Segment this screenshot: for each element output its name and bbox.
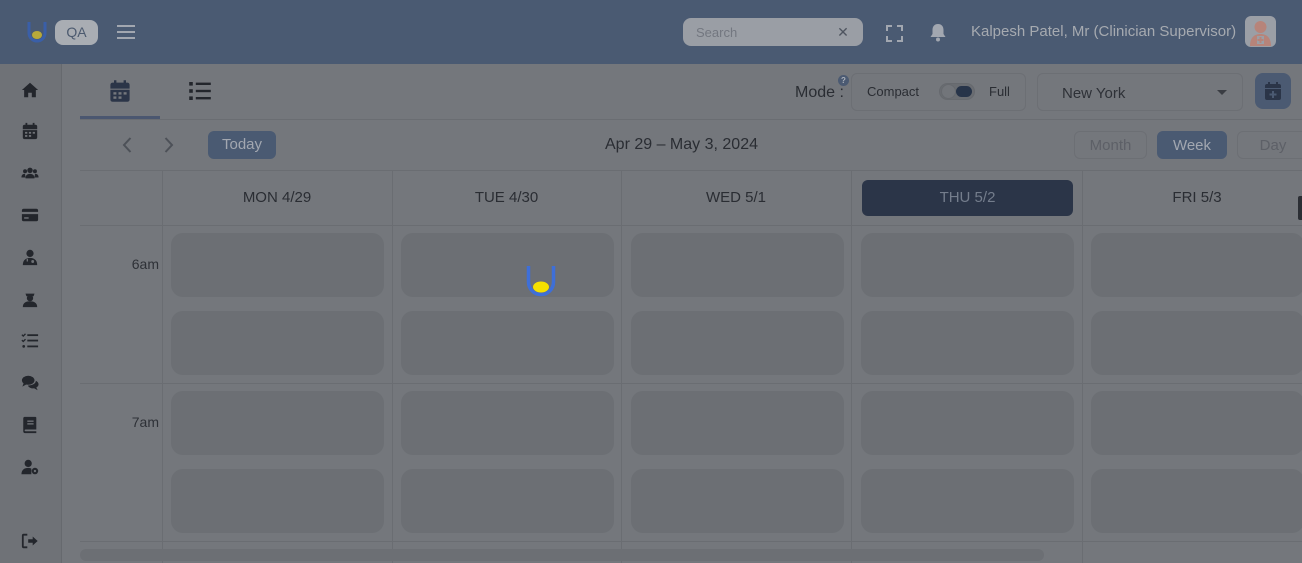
time-slot[interactable] <box>861 233 1074 297</box>
week-calendar-grid: MON 4/29 TUE 4/30 WED 5/1 THU 5/2 FRI 5/… <box>80 170 1302 563</box>
horizontal-scrollbar[interactable] <box>80 549 1044 561</box>
mode-help-icon[interactable]: ? <box>838 75 849 86</box>
book-icon[interactable] <box>20 415 40 435</box>
tab-calendar-view[interactable] <box>108 79 132 103</box>
chevron-right-icon <box>164 137 174 153</box>
time-slot[interactable] <box>631 391 844 455</box>
task-list-icon[interactable] <box>20 331 40 351</box>
time-slot[interactable] <box>171 233 384 297</box>
top-header: QA ✕ Kalpesh Patel, Mr (Clinician Superv… <box>0 0 1302 64</box>
grid-line <box>80 383 1302 384</box>
today-button[interactable]: Today <box>208 131 276 159</box>
active-tab-indicator <box>80 116 160 119</box>
calendar-plus-icon <box>1265 82 1281 100</box>
grid-line <box>80 541 1302 542</box>
date-range-title: Apr 29 – May 3, 2024 <box>605 136 758 153</box>
notification-bell-icon[interactable] <box>929 23 947 42</box>
time-slot[interactable] <box>631 233 844 297</box>
time-slot[interactable] <box>401 469 614 533</box>
day-header-tue[interactable]: TUE 4/30 <box>398 180 615 216</box>
fullscreen-icon[interactable] <box>886 25 903 42</box>
time-slot[interactable] <box>401 391 614 455</box>
logout-icon[interactable] <box>20 531 40 551</box>
tab-list-view[interactable] <box>188 79 212 103</box>
day-header-thu-today[interactable]: THU 5/2 <box>862 180 1073 216</box>
mode-full-label: Full <box>989 84 1010 99</box>
chat-icon[interactable] <box>20 373 40 393</box>
time-label-7am: 7am <box>131 414 159 430</box>
time-slot[interactable] <box>401 311 614 375</box>
users-icon[interactable] <box>20 163 40 183</box>
view-month-button[interactable]: Month <box>1074 131 1147 159</box>
time-slot[interactable] <box>631 469 844 533</box>
add-appointment-button[interactable] <box>1255 73 1291 109</box>
day-header-wed[interactable]: WED 5/1 <box>627 180 845 216</box>
time-slot[interactable] <box>631 311 844 375</box>
loading-spinner-icon <box>526 265 556 297</box>
sidebar <box>0 64 62 563</box>
time-label-6am: 6am <box>131 256 159 272</box>
grid-line <box>392 170 393 563</box>
grid-line <box>162 170 163 563</box>
chevron-down-icon <box>1217 90 1227 95</box>
environment-badge: QA <box>55 20 98 45</box>
time-slot[interactable] <box>1091 469 1302 533</box>
main-content: Mode : ? Compact Full New York Today Apr… <box>62 64 1302 563</box>
day-header-mon[interactable]: MON 4/29 <box>168 180 386 216</box>
staff-icon[interactable] <box>20 289 40 309</box>
view-week-button[interactable]: Week <box>1157 131 1227 159</box>
clinician-icon[interactable] <box>20 247 40 267</box>
mode-label: Mode : <box>795 84 844 101</box>
app-logo-icon[interactable] <box>26 20 48 44</box>
toggle-on-fill <box>956 86 972 97</box>
grid-line <box>621 170 622 563</box>
time-slot[interactable] <box>1091 391 1302 455</box>
user-settings-icon[interactable] <box>20 457 40 477</box>
prev-week-button[interactable] <box>118 135 138 155</box>
mode-compact-label: Compact <box>867 84 920 99</box>
grid-line <box>851 170 852 563</box>
chevron-left-icon <box>122 137 132 153</box>
time-slot[interactable] <box>171 311 384 375</box>
toggle-knob <box>941 84 956 99</box>
credit-card-icon[interactable] <box>20 205 40 225</box>
mode-toggle[interactable] <box>939 83 975 100</box>
time-slot[interactable] <box>171 391 384 455</box>
scroll-edge-handle[interactable] <box>1298 196 1302 220</box>
grid-line <box>1082 170 1083 563</box>
hamburger-menu-icon[interactable] <box>116 22 136 42</box>
time-slot[interactable] <box>861 391 1074 455</box>
user-name[interactable]: Kalpesh Patel, Mr (Clinician Supervisor) <box>971 23 1236 40</box>
search-clear-button[interactable]: ✕ <box>836 24 850 40</box>
timezone-value: New York <box>1062 85 1126 102</box>
tabs-divider <box>80 119 1302 120</box>
time-slot[interactable] <box>1091 233 1302 297</box>
home-icon[interactable] <box>20 80 40 100</box>
grid-line <box>80 225 1302 226</box>
grid-line <box>80 170 1302 171</box>
calendar-icon[interactable] <box>20 121 40 141</box>
time-slot[interactable] <box>171 469 384 533</box>
view-day-button[interactable]: Day <box>1237 131 1302 159</box>
time-slot[interactable] <box>1091 311 1302 375</box>
time-slot[interactable] <box>861 311 1074 375</box>
next-week-button[interactable] <box>158 135 178 155</box>
time-slot[interactable] <box>861 469 1074 533</box>
avatar[interactable] <box>1245 16 1276 47</box>
time-slot[interactable] <box>401 233 614 297</box>
day-header-fri[interactable]: FRI 5/3 <box>1088 180 1302 216</box>
